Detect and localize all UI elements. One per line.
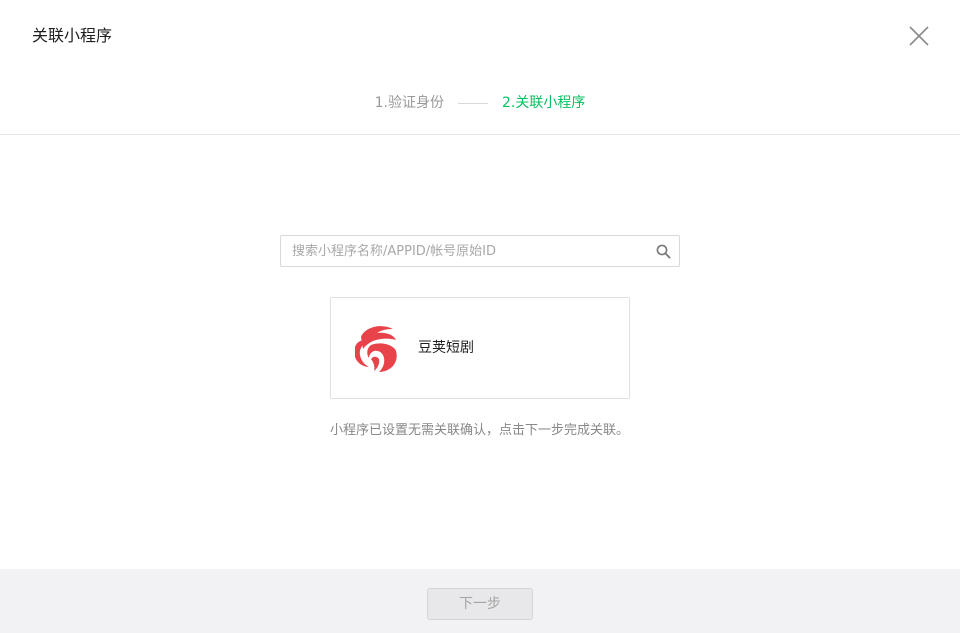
search-box <box>280 235 680 267</box>
step-verify-identity: 1.验证身份 <box>374 95 444 111</box>
close-icon <box>909 26 929 46</box>
step-associate-miniapp: 2.关联小程序 <box>502 95 586 111</box>
next-step-button[interactable]: 下一步 <box>427 588 533 620</box>
close-button[interactable] <box>908 25 930 47</box>
step-separator <box>458 102 488 104</box>
association-hint: 小程序已设置无需关联确认，点击下一步完成关联。 <box>330 423 630 438</box>
associate-miniapp-dialog: 关联小程序 1.验证身份 2.关联小程序 豆荚短剧 小程序已设置无需关联 <box>0 0 960 633</box>
miniapp-logo-icon <box>355 326 397 372</box>
dialog-title: 关联小程序 <box>32 26 113 45</box>
header-divider <box>0 134 960 135</box>
step-indicator: 1.验证身份 2.关联小程序 <box>0 88 960 118</box>
dialog-footer: 下一步 <box>0 569 960 633</box>
dialog-header: 关联小程序 <box>0 0 960 72</box>
miniapp-name: 豆荚短剧 <box>418 340 474 356</box>
search-input[interactable] <box>281 236 652 266</box>
search-icon[interactable] <box>656 244 671 259</box>
miniapp-result-card[interactable]: 豆荚短剧 <box>330 297 630 399</box>
